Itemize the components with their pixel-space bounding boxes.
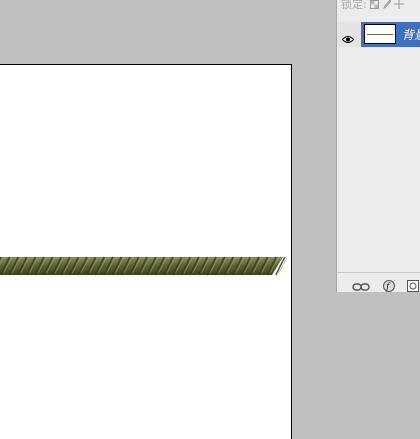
rope-stroke [0, 256, 288, 276]
fx-icon[interactable]: f [382, 277, 396, 292]
link-icon[interactable] [352, 277, 370, 292]
lock-label: 锁定: [341, 0, 367, 11]
document-canvas[interactable] [0, 64, 292, 439]
layer-selection-highlight[interactable]: 背景 [361, 22, 420, 47]
lock-transparency-icon[interactable] [369, 0, 379, 9]
lock-brush-icon[interactable] [382, 0, 391, 9]
lock-options-row: 锁定: [337, 0, 420, 11]
layers-panel: 锁定: 背景 [336, 0, 420, 292]
layer-row-background[interactable]: 背景 [337, 22, 420, 47]
mask-icon[interactable] [407, 277, 419, 292]
layer-name[interactable]: 背景 [402, 26, 420, 43]
layer-thumbnail [364, 24, 396, 44]
eye-visibility-icon[interactable] [341, 29, 355, 48]
lock-move-icon[interactable] [393, 0, 404, 9]
layers-panel-footer: f [337, 272, 420, 292]
canvas-workspace[interactable] [0, 0, 336, 439]
